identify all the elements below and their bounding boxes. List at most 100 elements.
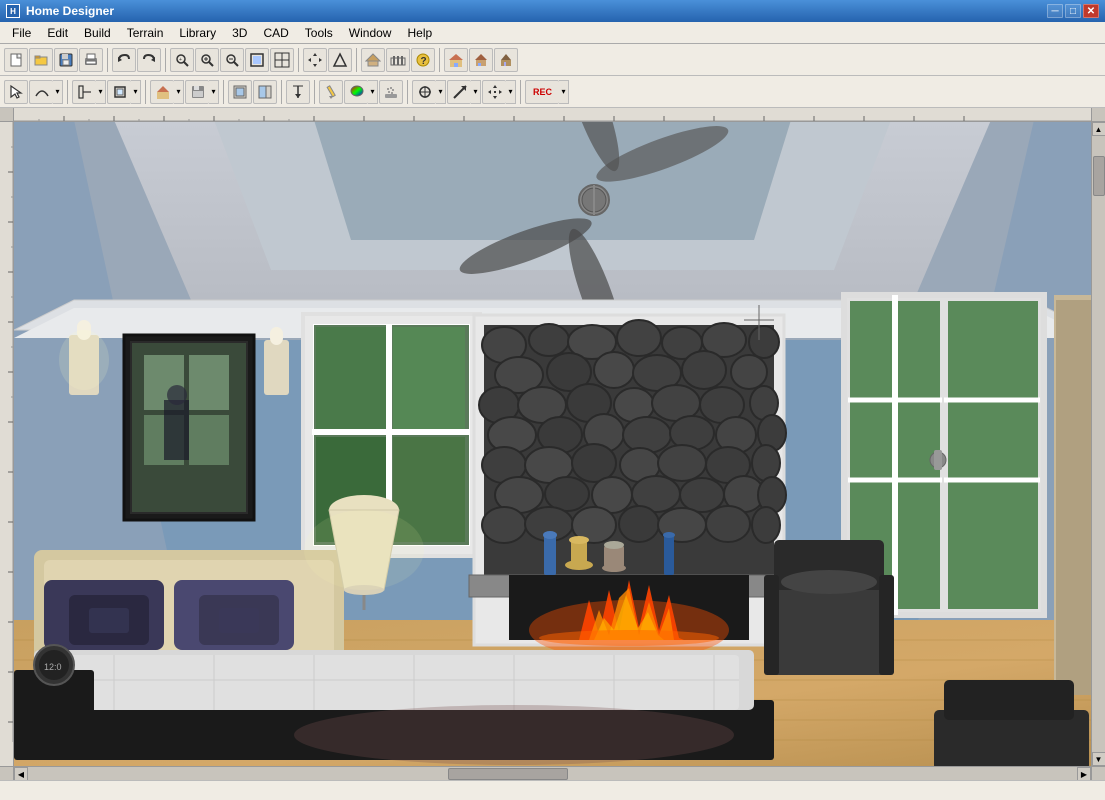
scroll-track-right[interactable] bbox=[1092, 136, 1105, 752]
line-button[interactable] bbox=[72, 80, 96, 104]
status-bar bbox=[0, 780, 1105, 800]
pencil-button[interactable] bbox=[319, 80, 343, 104]
arrow-dropdown[interactable]: ▾ bbox=[447, 80, 481, 104]
scrollbar-right[interactable]: ▲ ▼ bbox=[1091, 122, 1105, 766]
menu-edit[interactable]: Edit bbox=[39, 22, 76, 43]
menu-tools[interactable]: Tools bbox=[297, 22, 341, 43]
sep5 bbox=[439, 48, 440, 72]
move-dropdown-arrow[interactable]: ▾ bbox=[506, 80, 516, 104]
box-dropdown[interactable]: ▾ bbox=[107, 80, 141, 104]
arc-dropdown[interactable]: ▾ bbox=[29, 80, 63, 104]
menu-build[interactable]: Build bbox=[76, 22, 119, 43]
house-tool-dropdown-arrow[interactable]: ▾ bbox=[174, 80, 184, 104]
undo-button[interactable] bbox=[112, 48, 136, 72]
redo-button[interactable] bbox=[137, 48, 161, 72]
sep10 bbox=[314, 80, 315, 104]
house-tool-dropdown[interactable]: ▾ bbox=[150, 80, 184, 104]
shape2-button[interactable] bbox=[253, 80, 277, 104]
line-dropdown-arrow[interactable]: ▾ bbox=[96, 80, 106, 104]
menu-terrain[interactable]: Terrain bbox=[119, 22, 172, 43]
select2-dropdown-arrow[interactable]: ▾ bbox=[436, 80, 446, 104]
menu-window[interactable]: Window bbox=[341, 22, 400, 43]
toolbar-2: ▾ ▾ ▾ ▾ ▾ bbox=[0, 76, 1105, 108]
line-dropdown[interactable]: ▾ bbox=[72, 80, 106, 104]
scroll-thumb-bottom[interactable] bbox=[448, 768, 568, 780]
print-button[interactable] bbox=[79, 48, 103, 72]
ruler-left bbox=[0, 122, 14, 766]
menu-bar: File Edit Build Terrain Library 3D CAD T… bbox=[0, 22, 1105, 44]
app-title: Home Designer bbox=[26, 4, 114, 18]
zoom-in-button[interactable] bbox=[195, 48, 219, 72]
menu-file[interactable]: File bbox=[4, 22, 39, 43]
help-button[interactable]: ? bbox=[411, 48, 435, 72]
scroll-track-bottom[interactable] bbox=[28, 767, 1077, 780]
scroll-right-button[interactable]: ▶ bbox=[1077, 767, 1091, 781]
sep9 bbox=[281, 80, 282, 104]
box-dropdown-arrow[interactable]: ▾ bbox=[131, 80, 141, 104]
arrow-dropdown-arrow[interactable]: ▾ bbox=[471, 80, 481, 104]
house3-button[interactable] bbox=[494, 48, 518, 72]
ruler-top bbox=[14, 108, 1091, 121]
select2-dropdown[interactable]: ▾ bbox=[412, 80, 446, 104]
color-button[interactable] bbox=[344, 80, 368, 104]
toolbar-1: + ? bbox=[0, 44, 1105, 76]
spray-button[interactable] bbox=[379, 80, 403, 104]
select2-button[interactable] bbox=[412, 80, 436, 104]
save-tool-dropdown-arrow[interactable]: ▾ bbox=[209, 80, 219, 104]
box-button[interactable] bbox=[107, 80, 131, 104]
ruler-top-right bbox=[1091, 108, 1105, 121]
sep8 bbox=[223, 80, 224, 104]
move-dropdown[interactable]: ▾ bbox=[482, 80, 516, 104]
color-dropdown-arrow[interactable]: ▾ bbox=[368, 80, 378, 104]
menu-cad[interactable]: CAD bbox=[255, 22, 296, 43]
sep7 bbox=[145, 80, 146, 104]
house2-button[interactable] bbox=[469, 48, 493, 72]
arrow-button[interactable] bbox=[447, 80, 471, 104]
menu-3d[interactable]: 3D bbox=[224, 22, 255, 43]
menu-library[interactable]: Library bbox=[171, 22, 224, 43]
save-tool-dropdown[interactable]: ▾ bbox=[185, 80, 219, 104]
scroll-up-button[interactable]: ▲ bbox=[1092, 122, 1105, 136]
svg-text:+: + bbox=[179, 57, 182, 63]
pan-button[interactable] bbox=[303, 48, 327, 72]
move-button[interactable] bbox=[482, 80, 506, 104]
rec-dropdown-arrow[interactable]: ▾ bbox=[559, 80, 569, 104]
sep6 bbox=[67, 80, 68, 104]
arrow-up-button[interactable] bbox=[328, 48, 352, 72]
save-tool-button[interactable] bbox=[185, 80, 209, 104]
arc-button[interactable] bbox=[29, 80, 53, 104]
new-button[interactable] bbox=[4, 48, 28, 72]
maximize-button[interactable]: □ bbox=[1065, 4, 1081, 18]
house-button[interactable] bbox=[444, 48, 468, 72]
scroll-corner-bottom-right bbox=[1091, 767, 1105, 781]
house-tool-button[interactable] bbox=[150, 80, 174, 104]
roof-button[interactable] bbox=[361, 48, 385, 72]
zoom-fit-button[interactable] bbox=[245, 48, 269, 72]
transfer-button[interactable] bbox=[286, 80, 310, 104]
svg-text:?: ? bbox=[421, 56, 427, 67]
fence-button[interactable] bbox=[386, 48, 410, 72]
sep12 bbox=[520, 80, 521, 104]
canvas-area[interactable]: 12:0 bbox=[14, 122, 1091, 766]
color-dropdown[interactable]: ▾ bbox=[344, 80, 378, 104]
zoom-window-button[interactable]: + bbox=[170, 48, 194, 72]
zoom-100-button[interactable] bbox=[270, 48, 294, 72]
open-button[interactable] bbox=[29, 48, 53, 72]
menu-help[interactable]: Help bbox=[399, 22, 440, 43]
sep11 bbox=[407, 80, 408, 104]
svg-text:12:0: 12:0 bbox=[44, 662, 62, 672]
rec-dropdown[interactable]: REC ▾ bbox=[525, 80, 569, 104]
rec-button[interactable]: REC bbox=[525, 80, 559, 104]
close-button[interactable]: ✕ bbox=[1083, 4, 1099, 18]
minimize-button[interactable]: ─ bbox=[1047, 4, 1063, 18]
scroll-thumb-right[interactable] bbox=[1093, 156, 1105, 196]
save-button[interactable] bbox=[54, 48, 78, 72]
shape-button[interactable] bbox=[228, 80, 252, 104]
zoom-out-button[interactable] bbox=[220, 48, 244, 72]
scroll-corner-bottom-left bbox=[0, 767, 14, 781]
scroll-left-button[interactable]: ◀ bbox=[14, 767, 28, 781]
select-button[interactable] bbox=[4, 80, 28, 104]
sep3 bbox=[298, 48, 299, 72]
arc-dropdown-arrow[interactable]: ▾ bbox=[53, 80, 63, 104]
scroll-down-button[interactable]: ▼ bbox=[1092, 752, 1105, 766]
